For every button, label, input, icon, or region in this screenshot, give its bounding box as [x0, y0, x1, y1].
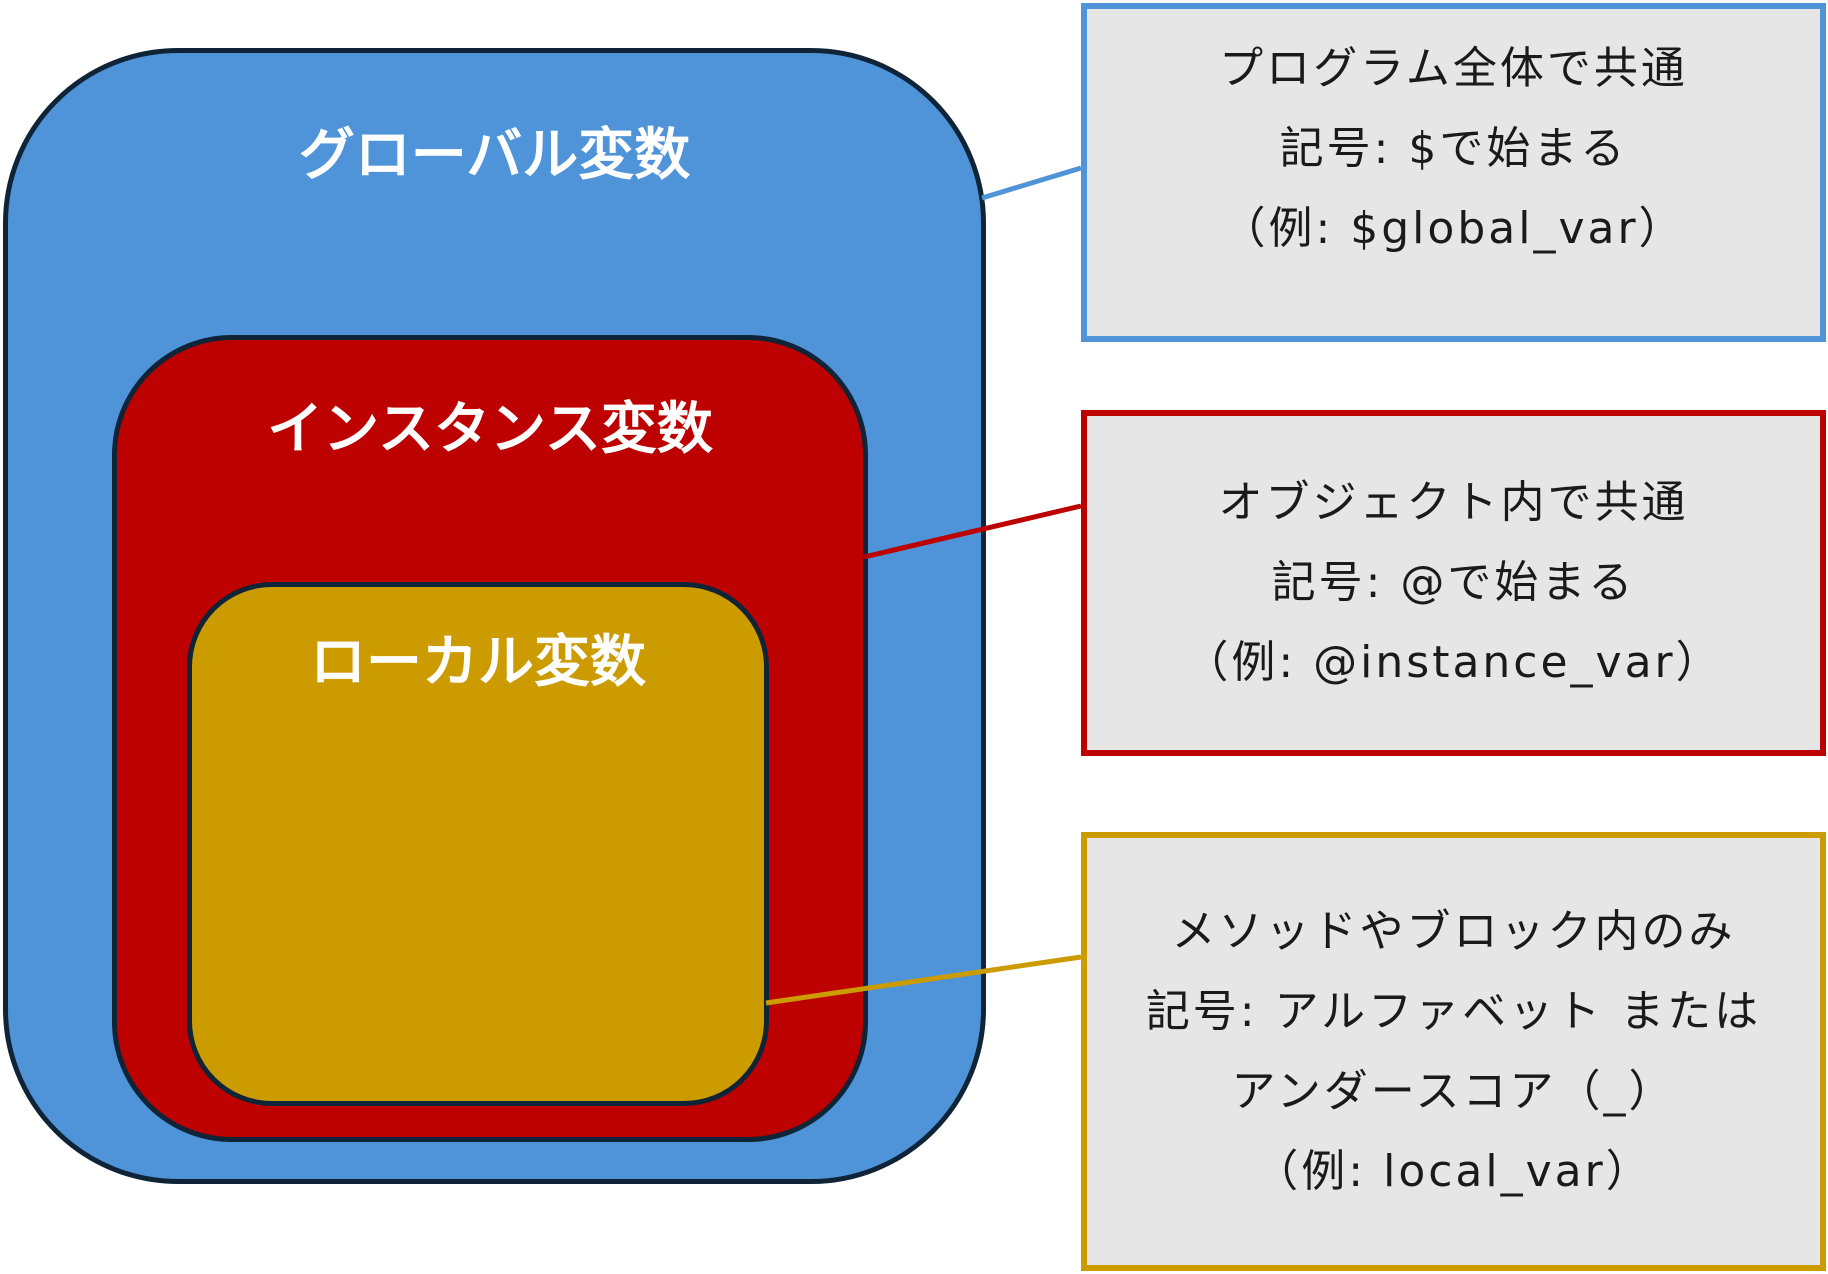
global-note-scope: プログラム全体で共通	[1219, 43, 1688, 94]
global-note: プログラム全体で共通 記号: $で始まる （例: $global_var）	[1081, 3, 1826, 342]
instance-note: オブジェクト内で共通 記号: @で始まる （例: @instance_var）	[1081, 410, 1826, 756]
local-note-example: （例: local_var）	[1254, 1145, 1653, 1197]
instance-note-symbol: 記号: @で始まる	[1271, 557, 1636, 608]
local-scope-title: ローカル変数	[310, 630, 646, 695]
global-note-symbol: 記号: $で始まる	[1279, 123, 1628, 174]
local-note-scope: メソッドやブロック内のみ	[1171, 905, 1736, 957]
local-note-symbol-cont: アンダースコア（_）	[1231, 1065, 1676, 1117]
global-connector-line	[981, 165, 1082, 201]
global-scope-title: グローバル変数	[298, 123, 691, 188]
global-note-example: （例: $global_var）	[1221, 203, 1686, 254]
instance-note-scope: オブジェクト内で共通	[1218, 477, 1689, 528]
instance-scope-title: インスタンス変数	[267, 397, 713, 462]
local-scope-box: ローカル変数	[187, 582, 769, 1106]
local-note-symbol: 記号: アルファベット または	[1145, 985, 1762, 1037]
instance-note-example: （例: @instance_var）	[1184, 637, 1723, 688]
local-note: メソッドやブロック内のみ 記号: アルファベット または アンダースコア（_） …	[1081, 832, 1826, 1271]
